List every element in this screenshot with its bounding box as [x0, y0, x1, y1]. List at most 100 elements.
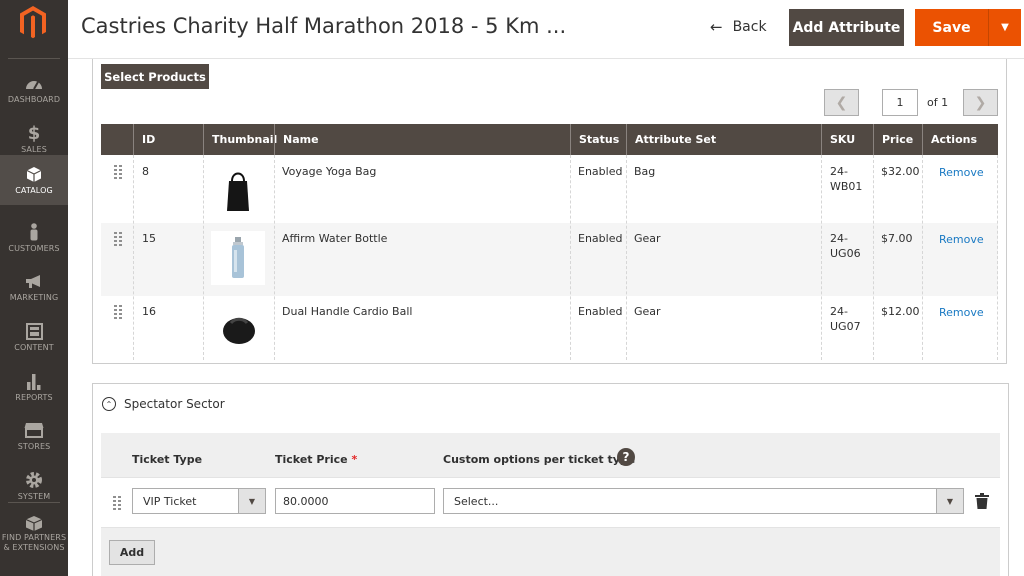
pager-prev-button[interactable]: ❮ [824, 89, 859, 116]
admin-sidebar: DASHBOARD $ SALES CATALOG CUSTOMERS MARK… [0, 0, 68, 576]
product-name: Affirm Water Bottle [282, 232, 388, 245]
remove-link[interactable]: Remove [939, 166, 984, 179]
back-label: Back [732, 19, 767, 35]
custom-options-select[interactable]: Select... [443, 488, 937, 514]
product-status: Enabled [578, 232, 623, 245]
ticket-price-header: Ticket Price * [275, 453, 357, 466]
required-marker: * [351, 453, 358, 466]
grid-col-status[interactable]: Status [570, 124, 626, 155]
layout-icon [0, 320, 68, 342]
nav-label: REPORTS [15, 393, 53, 402]
product-sku-line1: 24- [830, 305, 848, 318]
chevron-right-icon: ❯ [974, 94, 987, 111]
product-attribute-set: Gear [634, 305, 661, 318]
caret-down-icon: ▼ [946, 496, 954, 506]
product-sku-line2: WB01 [830, 180, 863, 193]
pager-page-input[interactable] [882, 89, 918, 116]
nav-label: STORES [17, 442, 51, 451]
select-products-button[interactable]: Select Products [101, 64, 209, 89]
add-ticket-button[interactable]: Add [109, 540, 155, 565]
remove-link[interactable]: Remove [939, 306, 984, 319]
grid-col-actions: Actions [922, 124, 998, 155]
grid-col-thumbnail: Thumbnail [203, 124, 277, 155]
product-id: 16 [142, 305, 156, 318]
caret-down-icon: ▼ [248, 496, 256, 506]
column-divider [997, 155, 998, 360]
ticket-price-input[interactable] [275, 488, 435, 514]
product-sku-line1: 24- [830, 232, 848, 245]
nav-dashboard[interactable]: DASHBOARD [0, 64, 68, 112]
nav-separator [8, 502, 60, 503]
nav-label-line2: & EXTENSIONS [3, 543, 65, 552]
dollar-icon: $ [27, 122, 41, 144]
chevron-left-icon: ❮ [835, 94, 848, 111]
nav-marketing[interactable]: MARKETING [0, 262, 68, 310]
help-icon[interactable]: ? [617, 448, 635, 466]
nav-content[interactable]: CONTENT [0, 312, 68, 360]
drag-handle-icon[interactable] [113, 496, 121, 510]
product-status: Enabled [578, 305, 623, 318]
column-divider [922, 155, 923, 360]
save-button[interactable]: Save [915, 9, 988, 46]
nav-label: DASHBOARD [7, 95, 61, 104]
arrow-left-icon: ← [710, 18, 723, 36]
bar-chart-icon [0, 370, 68, 392]
save-options-toggle[interactable]: ▼ [989, 9, 1021, 46]
grid-col-sku[interactable]: SKU [821, 124, 873, 155]
pager-next-button[interactable]: ❯ [963, 89, 998, 116]
grid-col-price[interactable]: Price [873, 124, 922, 155]
nav-separator [8, 58, 60, 59]
collapse-toggle-icon[interactable]: ⌃ [102, 397, 116, 411]
ticket-type-select[interactable]: VIP Ticket [132, 488, 239, 514]
product-name: Voyage Yoga Bag [282, 165, 377, 178]
store-icon [0, 419, 68, 441]
nav-find-partners[interactable]: FIND PARTNERS & EXTENSIONS [0, 508, 68, 568]
box-icon [0, 512, 68, 534]
trash-icon[interactable] [975, 493, 989, 509]
column-divider [570, 155, 571, 360]
caret-down-icon: ▼ [1001, 22, 1009, 33]
ticket-type-dropdown-toggle[interactable]: ▼ [238, 488, 266, 514]
ticket-type-header: Ticket Type [132, 453, 203, 466]
column-divider [821, 155, 822, 360]
section-title[interactable]: Spectator Sector [124, 397, 225, 411]
column-divider [626, 155, 627, 360]
nav-label: SYSTEM [17, 492, 51, 501]
product-price: $7.00 [881, 232, 913, 245]
nav-label: SALES [21, 145, 47, 154]
nav-catalog[interactable]: CATALOG [0, 155, 68, 205]
product-price: $12.00 [881, 305, 920, 318]
drag-handle-icon[interactable] [114, 305, 122, 319]
product-id: 8 [142, 165, 149, 178]
column-divider [203, 155, 204, 360]
nav-label: MARKETING [9, 293, 59, 302]
grid-col-id[interactable]: ID [133, 124, 203, 155]
add-attribute-button[interactable]: Add Attribute [789, 9, 904, 46]
remove-link[interactable]: Remove [939, 233, 984, 246]
nav-reports[interactable]: REPORTS [0, 362, 68, 410]
product-status: Enabled [578, 165, 623, 178]
product-thumbnail-bag [227, 172, 249, 211]
drag-handle-icon[interactable] [114, 232, 122, 246]
nav-label: CONTENT [14, 343, 54, 352]
back-button[interactable]: ← Back [708, 10, 776, 44]
drag-handle-icon[interactable] [114, 165, 122, 179]
dashboard-icon [0, 72, 68, 94]
grid-col-attribute-set[interactable]: Attribute Set [626, 124, 821, 155]
cube-icon [0, 163, 68, 185]
product-attribute-set: Bag [634, 165, 656, 178]
grid-col-drag [101, 124, 133, 155]
custom-options-dropdown-toggle[interactable]: ▼ [936, 488, 964, 514]
product-thumbnail-bottle [232, 237, 244, 278]
magento-logo-icon[interactable] [16, 3, 50, 43]
column-divider [133, 155, 134, 360]
page-title: Castries Charity Half Marathon 2018 - 5 … [81, 14, 567, 38]
grid-col-name[interactable]: Name [274, 124, 570, 155]
product-id: 15 [142, 232, 156, 245]
nav-stores[interactable]: STORES [0, 411, 68, 459]
nav-customers[interactable]: CUSTOMERS [0, 213, 68, 261]
product-name: Dual Handle Cardio Ball [282, 305, 413, 318]
product-sku-line2: UG06 [830, 247, 861, 260]
column-divider [274, 155, 275, 360]
column-divider [873, 155, 874, 360]
